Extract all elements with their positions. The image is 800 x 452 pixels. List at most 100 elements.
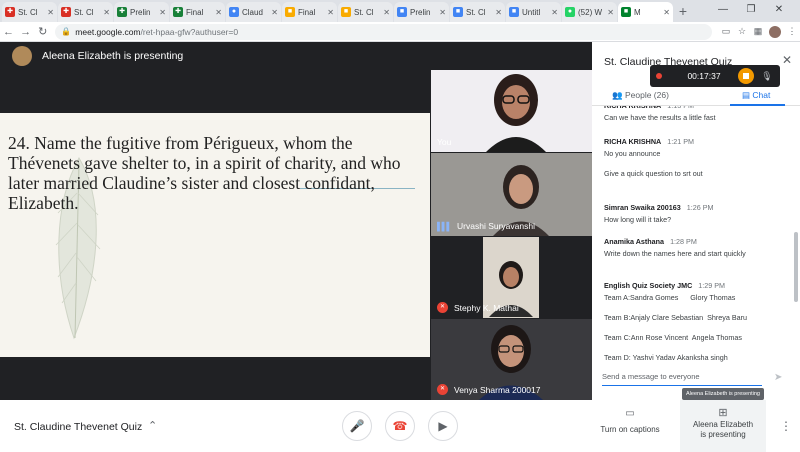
bottom-control-bar: St. Claudine Thevenet Quiz ⌃ 🎤 ☎ ▶ ▭ Tur… <box>0 400 800 452</box>
address-bar: ← → ↻ 🔒 meet.google.com/ret-hpaa-gfw?aut… <box>0 22 800 42</box>
close-panel-icon[interactable]: ✕ <box>782 53 792 67</box>
close-window-icon[interactable]: ✕ <box>768 0 790 22</box>
forward-icon[interactable]: → <box>17 26 34 38</box>
video-camera-icon: ▶ <box>438 419 448 433</box>
chat-sender: Anamika Asthana <box>604 237 665 246</box>
leave-call-button[interactable]: ☎ <box>385 411 415 441</box>
tab-close-icon[interactable]: ✕ <box>495 8 502 17</box>
chat-message-header: English Quiz Society JMC 1:29 PM <box>604 280 790 292</box>
browser-tab[interactable]: ■ Final ✕ <box>282 2 337 22</box>
tab-close-icon[interactable]: ✕ <box>383 8 390 17</box>
send-icon[interactable]: ➤ <box>774 372 782 383</box>
browser-tab[interactable]: ✚ Final ✕ <box>170 2 225 22</box>
tab-close-icon[interactable]: ✕ <box>327 8 334 17</box>
microphone-button[interactable]: 🎤 <box>342 411 372 441</box>
chat-message-list[interactable]: RICHA KRISHNA 1:13 PM Can we have the resu… <box>592 106 792 364</box>
people-icon: 👥 <box>612 90 623 100</box>
maximize-icon[interactable]: ❐ <box>740 0 762 22</box>
chat-message: English Quiz Society JMC 1:29 PM Team A:Sa… <box>604 280 790 364</box>
minimize-icon[interactable]: — <box>712 0 734 22</box>
video-tile-urvashi[interactable]: ▌▌▌ Urvashi Suryavanshi <box>431 153 592 236</box>
browser-tab[interactable]: ■ M ✕ <box>618 2 673 22</box>
camera-button[interactable]: ▶ <box>428 411 458 441</box>
chat-input[interactable]: Send a message to everyone <box>602 372 762 386</box>
recording-time: 00:17:37 <box>687 71 721 81</box>
chat-scrollbar[interactable] <box>794 232 798 302</box>
chat-icon: ▤ <box>742 90 751 100</box>
video-tile-venya[interactable]: ✕ Venya Sharma 200017 <box>431 319 592 400</box>
chat-sender: English Quiz Society JMC <box>604 281 693 290</box>
tab-favicon-icon: ■ <box>285 7 295 17</box>
chat-text: Can we have the results a little fast <box>604 113 716 122</box>
tab-favicon-icon: ✚ <box>61 7 71 17</box>
tab-chat[interactable]: ▤ Chat <box>742 90 770 101</box>
more-options-icon[interactable]: ⋮ <box>780 419 792 433</box>
tab-label: St. Cl <box>74 7 94 17</box>
chat-message-header: RICHA KRISHNA 1:21 PM <box>604 136 790 148</box>
browser-tab[interactable]: ■ St. Cl ✕ <box>450 2 505 22</box>
browser-tab[interactable]: ✚ Prelin ✕ <box>114 2 169 22</box>
tab-label: Final <box>186 7 204 17</box>
captions-icon: ▭ <box>625 408 635 419</box>
tab-close-icon[interactable]: ✕ <box>271 8 278 17</box>
captions-button[interactable]: ▭ Turn on captions <box>598 408 662 434</box>
tab-close-icon[interactable]: ✕ <box>47 8 54 17</box>
browser-tab[interactable]: ● Claud ✕ <box>226 2 281 22</box>
chat-message-header: Simran Swaika 200163 1:26 PM <box>604 202 790 214</box>
stop-recording-button[interactable] <box>738 68 754 84</box>
tab-label: (52) W <box>578 7 602 17</box>
participant-video <box>486 74 546 152</box>
browser-tab[interactable]: ■ Untitl ✕ <box>506 2 561 22</box>
tab-label: St. Cl <box>466 7 486 17</box>
presenter-label: Aleena Elizabeth is presenting <box>42 50 184 62</box>
chat-timestamp: 1:26 PM <box>686 203 714 212</box>
tab-label: Claud <box>242 7 263 17</box>
speaking-indicator-icon: ▌▌▌ <box>437 221 452 231</box>
chat-text <box>604 324 790 332</box>
tab-favicon-icon: ✚ <box>5 7 15 17</box>
star-icon[interactable]: ☆ <box>734 26 750 37</box>
meeting-details-name[interactable]: St. Claudine Thevenet Quiz <box>14 421 142 433</box>
url-host: meet.google.com <box>75 26 141 37</box>
profile-avatar[interactable] <box>768 25 781 38</box>
back-icon[interactable]: ← <box>0 26 17 38</box>
chevron-up-icon[interactable]: ⌃ <box>148 419 157 432</box>
presenter-bar: Aleena Elizabeth is presenting <box>0 42 430 70</box>
tab-close-icon[interactable]: ✕ <box>439 8 446 17</box>
tab-label: St. Cl <box>354 7 374 17</box>
tab-people[interactable]: 👥 People (26) <box>612 90 669 101</box>
url-input[interactable]: 🔒 meet.google.com/ret-hpaa-gfw?authuser=… <box>55 23 712 40</box>
browser-tab[interactable]: ■ Prelin ✕ <box>394 2 449 22</box>
browser-tab[interactable]: ● (52) W ✕ <box>562 2 617 22</box>
tab-close-icon[interactable]: ✕ <box>103 8 110 17</box>
chat-message-header: Anamika Asthana 1:28 PM <box>604 236 790 248</box>
tab-close-icon[interactable]: ✕ <box>663 8 670 17</box>
browser-tab[interactable]: ✚ St. Cl ✕ <box>58 2 113 22</box>
chat-sender: RICHA KRISHNA <box>604 137 662 146</box>
camera-icon[interactable]: ▭ <box>718 26 734 37</box>
chat-text: Write down the names here and start quic… <box>604 249 746 258</box>
tile-name: You <box>437 137 452 147</box>
browser-tab[interactable]: ✚ St. Cl ✕ <box>2 2 57 22</box>
mic-off-icon: ✕ <box>437 302 448 313</box>
mic-off-icon[interactable]: 🎙 <box>760 71 774 82</box>
present-button[interactable]: ⊞ Aleena Elizabeth is presenting <box>680 400 766 452</box>
extension-icon[interactable]: ▦ <box>750 26 766 37</box>
video-tile-you[interactable]: You <box>431 70 592 152</box>
recording-indicator: 00:17:37 🎙 <box>650 65 780 87</box>
chat-text: Give a quick question to srt out <box>604 169 703 178</box>
chat-text <box>604 160 790 168</box>
panel-tabs: 👥 People (26) ▤ Chat <box>592 86 800 106</box>
reload-icon[interactable]: ↻ <box>34 25 51 38</box>
tab-close-icon[interactable]: ✕ <box>215 8 222 17</box>
browser-tab[interactable]: ■ St. Cl ✕ <box>338 2 393 22</box>
tab-favicon-icon: ■ <box>341 7 351 17</box>
menu-dots-icon[interactable]: ⋮ <box>784 26 800 37</box>
present-tooltip: Aleena Elizabeth is presenting <box>682 388 764 400</box>
video-tile-stephy[interactable]: ✕ Stephy K. Mathai <box>431 237 592 318</box>
presentation-slide: 24. Name the fugitive from Périgueux, wh… <box>0 113 430 357</box>
tab-close-icon[interactable]: ✕ <box>607 8 614 17</box>
new-tab-button[interactable]: + <box>674 2 692 22</box>
tab-close-icon[interactable]: ✕ <box>551 8 558 17</box>
tab-close-icon[interactable]: ✕ <box>159 8 166 17</box>
